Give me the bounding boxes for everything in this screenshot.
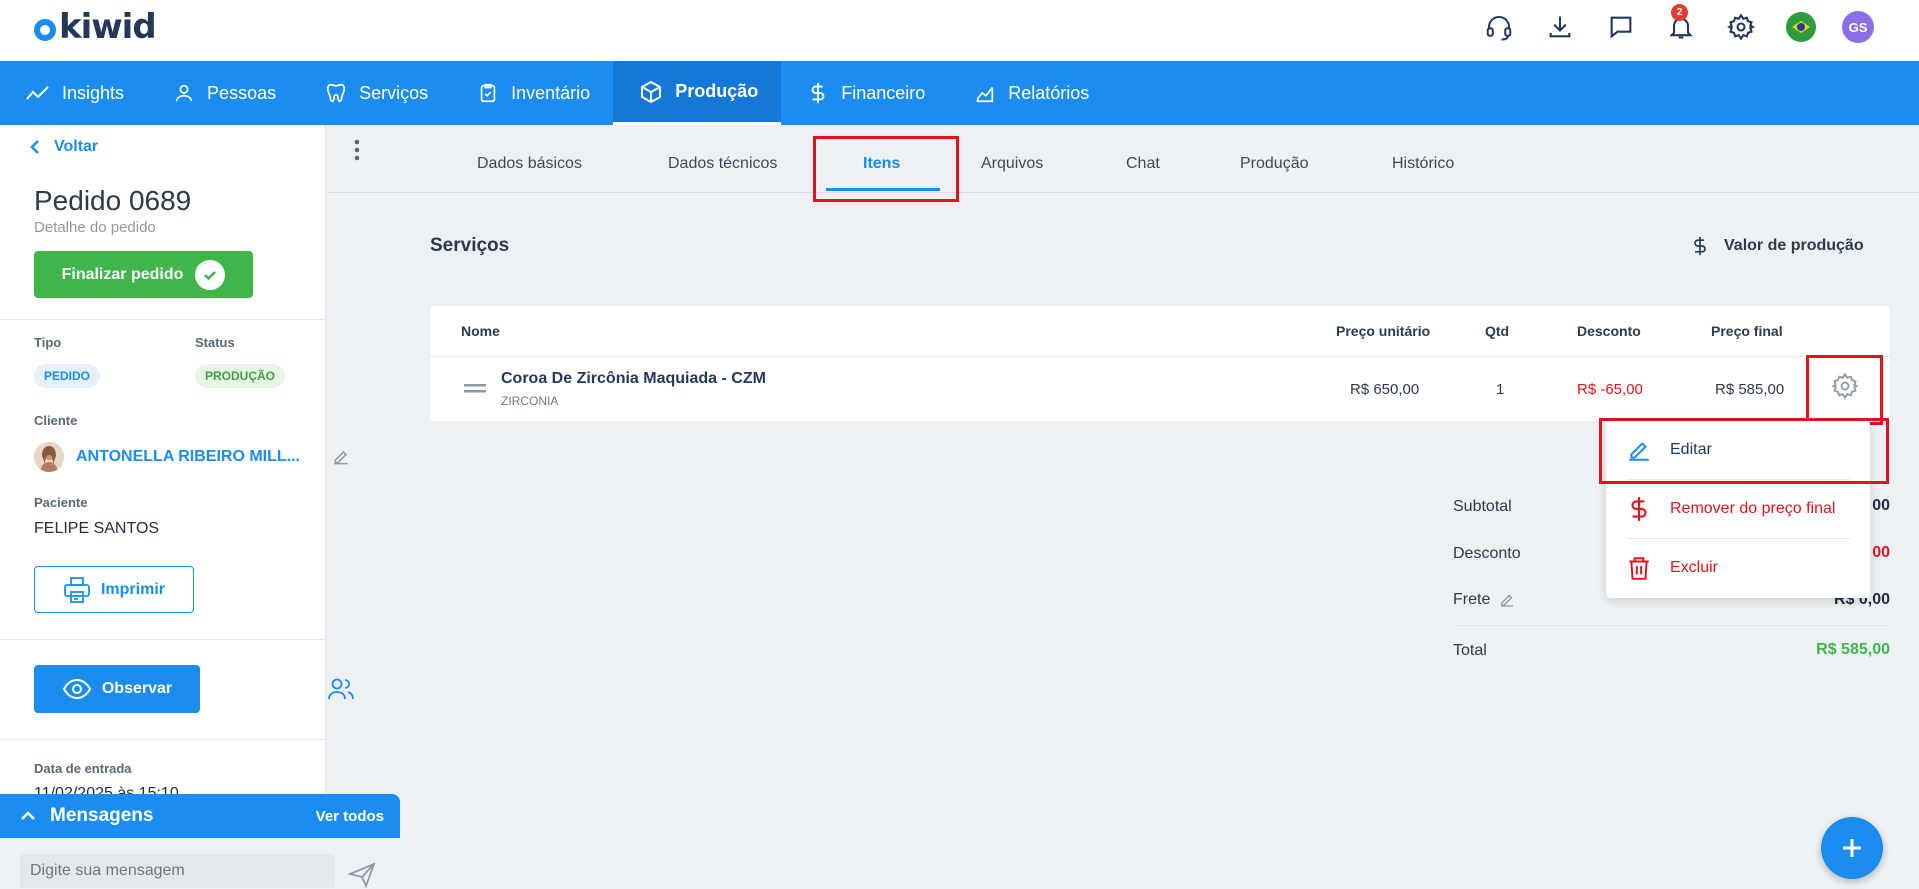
divider (1453, 625, 1890, 626)
message-input[interactable] (20, 854, 335, 888)
order-sidebar: Voltar Pedido 0689 Detalhe do pedido Fin… (0, 125, 360, 889)
kiwid-logo[interactable]: kiwid (34, 10, 157, 44)
production-value-button[interactable]: Valor de produção (1690, 232, 1864, 260)
nav-item-inventario[interactable]: Inventário (451, 61, 613, 125)
tab-producao[interactable]: Produção (1240, 155, 1309, 173)
language-flag-brazil-icon[interactable] (1785, 11, 1817, 43)
tab-arquivos[interactable]: Arquivos (981, 155, 1043, 173)
dollar-icon (1694, 236, 1706, 256)
add-floating-button[interactable] (1821, 817, 1883, 879)
tooth-icon (327, 83, 346, 103)
bell-icon[interactable]: 2 (1665, 4, 1697, 43)
settings-gear-icon[interactable] (1725, 11, 1757, 43)
service-item-name: Coroa De Zircônia Maquiada - CZM (501, 370, 766, 387)
trend-icon (26, 86, 49, 100)
menu-item-remover-preco-final[interactable]: Remover do preço final (1606, 479, 1870, 538)
service-qty: 1 (1496, 381, 1505, 398)
status-badge: PRODUÇÃO (195, 364, 286, 388)
dollar-icon (811, 82, 825, 104)
trash-icon (1629, 556, 1649, 580)
download-icon[interactable] (1544, 11, 1576, 43)
column-header-qty: Qtd (1485, 323, 1510, 339)
order-tabs: Dados básicos Dados técnicos Itens Arqui… (327, 125, 1919, 193)
freight-label: Frete (1453, 591, 1491, 608)
patient-name: FELIPE SANTOS (34, 520, 160, 537)
order-subtitle: Detalhe do pedido (34, 219, 156, 236)
finalize-order-button[interactable]: Finalizar pedido (34, 251, 253, 298)
top-bar: kiwid 2 GS (0, 0, 1919, 61)
edit-client-pencil-icon[interactable] (331, 447, 351, 467)
cliente-label: Cliente (34, 413, 78, 428)
nav-item-pessoas[interactable]: Pessoas (147, 61, 299, 125)
divider (0, 319, 326, 320)
column-header-discount: Desconto (1577, 323, 1641, 339)
user-avatar[interactable]: GS (1842, 11, 1874, 43)
highlight-box-row-gear (1806, 355, 1883, 425)
divider (0, 639, 326, 640)
tipo-badge: PEDIDO (34, 364, 101, 388)
person-icon (175, 84, 193, 102)
main-navigation: Insights Pessoas Serviços Inventário Pro… (0, 61, 1919, 125)
chevron-up-icon (21, 811, 35, 820)
box-icon (641, 80, 662, 103)
chevron-left-icon (30, 140, 39, 154)
divider (0, 739, 326, 740)
subtotal-label: Subtotal (1453, 498, 1512, 515)
support-headset-icon[interactable] (1483, 11, 1515, 43)
total-value: R$ 585,00 (1816, 641, 1890, 658)
services-title: Serviços (430, 235, 510, 256)
entry-date-label: Data de entrada (34, 761, 132, 776)
nav-item-relatorios[interactable]: Relatórios (948, 61, 1112, 125)
client-avatar (34, 442, 64, 472)
message-input-area (0, 838, 400, 889)
send-icon[interactable] (348, 862, 376, 888)
highlight-box-editar (1599, 418, 1889, 484)
total-label: Total (1453, 642, 1487, 659)
order-title: Pedido 0689 (34, 185, 192, 216)
client-name-link[interactable]: ANTONELLA RIBEIRO MILL... (76, 448, 306, 466)
chart-icon (977, 86, 994, 103)
drag-handle-icon[interactable] (464, 384, 486, 394)
messages-panel-header[interactable]: Mensagens Ver todos (0, 794, 400, 838)
subtotal-value: 00 (1872, 497, 1890, 514)
paciente-label: Paciente (34, 495, 88, 510)
plus-icon (1843, 839, 1861, 857)
divider (430, 356, 1890, 357)
eye-icon (62, 679, 92, 699)
tipo-label: Tipo (34, 335, 62, 350)
tab-dados-tecnicos[interactable]: Dados técnicos (668, 155, 777, 173)
chat-icon[interactable] (1605, 11, 1637, 43)
column-header-unit-price: Preço unitário (1336, 323, 1431, 339)
dollar-icon (1631, 496, 1647, 521)
check-circle-icon (195, 259, 226, 290)
edit-freight-pencil-icon[interactable] (1498, 591, 1516, 609)
service-item-material: ZIRCONIA (501, 394, 559, 408)
tab-dados-basicos[interactable]: Dados básicos (477, 155, 582, 173)
service-unit-price: R$ 650,00 (1350, 381, 1420, 398)
print-button[interactable]: Imprimir (34, 566, 194, 613)
highlight-box-itens-tab (813, 136, 959, 202)
nav-item-producao[interactable]: Produção (613, 61, 782, 125)
nav-item-insights[interactable]: Insights (0, 61, 147, 125)
tab-historico[interactable]: Histórico (1392, 155, 1454, 173)
services-table: Nome Preço unitário Qtd Desconto Preço f… (430, 306, 1890, 421)
back-link[interactable]: Voltar (30, 138, 98, 156)
nav-item-financeiro[interactable]: Financeiro (781, 61, 948, 125)
users-group-icon[interactable] (327, 677, 355, 701)
discount-value: 00 (1872, 544, 1890, 561)
discount-label: Desconto (1453, 545, 1521, 562)
observe-button[interactable]: Observar (34, 665, 200, 713)
nav-item-servicos[interactable]: Serviços (299, 61, 451, 125)
service-final-price: R$ 585,00 (1715, 381, 1785, 398)
tab-chat[interactable]: Chat (1126, 155, 1160, 173)
menu-item-excluir[interactable]: Excluir (1606, 538, 1870, 597)
status-label: Status (195, 335, 235, 350)
printer-icon (64, 576, 90, 603)
see-all-messages-link[interactable]: Ver todos (316, 808, 384, 825)
clipboard-icon (480, 83, 496, 103)
column-header-final-price: Preço final (1711, 323, 1783, 339)
service-discount: R$ -65,00 (1577, 381, 1643, 398)
column-header-name: Nome (461, 323, 500, 339)
notification-badge: 2 (1671, 4, 1688, 21)
